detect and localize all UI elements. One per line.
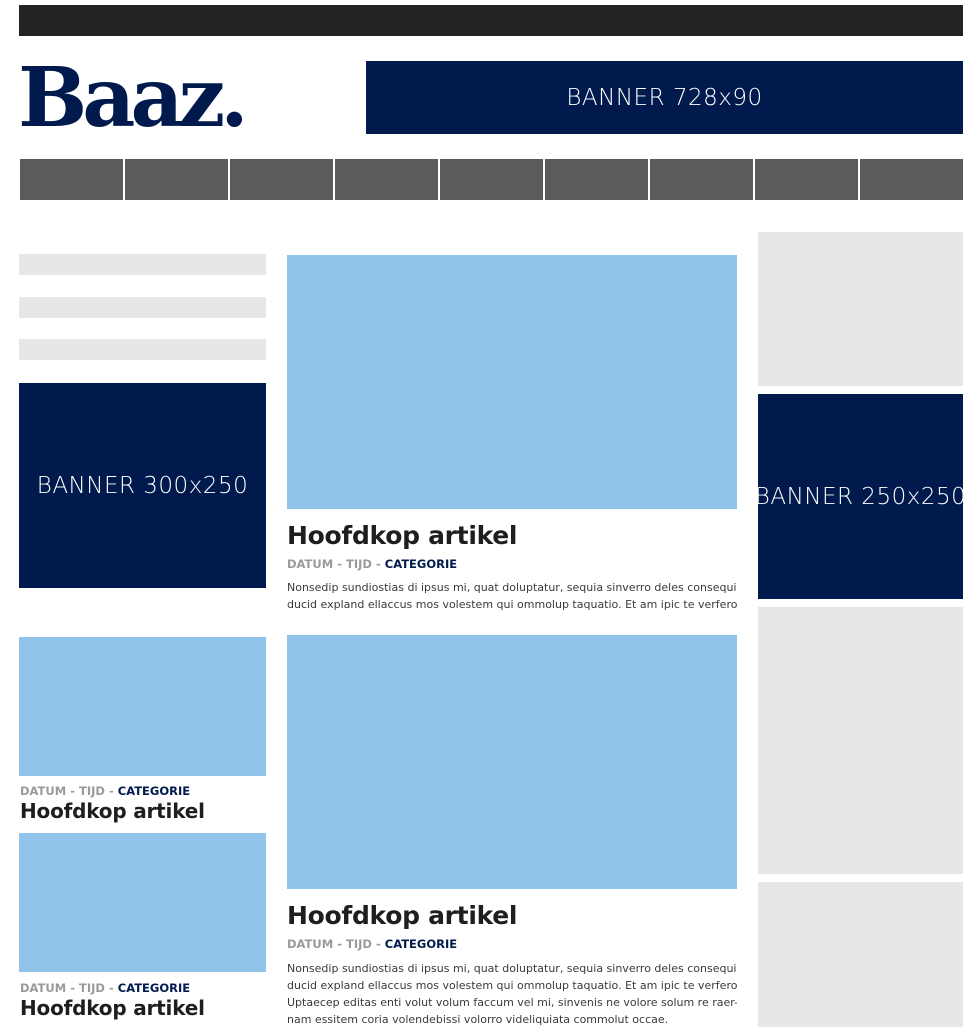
meta-separator: -: [375, 937, 381, 951]
body-line: ducid expland ellaccus mos volestem qui …: [287, 979, 737, 992]
sidebar-link-2[interactable]: [19, 297, 266, 318]
meta-tijd: TIJD: [346, 557, 372, 571]
meta-tijd: TIJD: [79, 981, 105, 995]
meta-tijd: TIJD: [346, 937, 372, 951]
sidebar-article-2-meta: DATUM - TIJD - CATEGORIE: [20, 981, 190, 995]
nav-item-2[interactable]: [125, 159, 228, 200]
sidebar-article-1-headline[interactable]: Hoofdkop artikel: [20, 799, 205, 823]
meta-categorie[interactable]: CATEGORIE: [118, 784, 190, 798]
nav-item-3[interactable]: [230, 159, 333, 200]
nav-item-5[interactable]: [440, 159, 543, 200]
main-navigation: [20, 159, 963, 200]
sidebar-link-3[interactable]: [19, 339, 266, 360]
main-article-1-headline[interactable]: Hoofdkop artikel: [287, 521, 517, 551]
body-line: nam essitem coria volendebissi volorro v…: [287, 1013, 669, 1026]
body-line: Nonsedip sundiostias di ipsus mi, quat d…: [287, 962, 737, 975]
meta-datum: DATUM: [287, 937, 334, 951]
meta-datum: DATUM: [287, 557, 334, 571]
main-article-2-body: Nonsedip sundiostias di ipsus mi, quat d…: [287, 960, 737, 1028]
meta-datum: DATUM: [20, 981, 67, 995]
meta-categorie[interactable]: CATEGORIE: [385, 557, 457, 571]
meta-separator: -: [70, 981, 75, 995]
sidebar-article-2-headline[interactable]: Hoofdkop artikel: [20, 996, 205, 1020]
nav-item-6[interactable]: [545, 159, 648, 200]
meta-separator: -: [337, 557, 342, 571]
banner-250x250-label: BANNER 250x250: [754, 483, 967, 510]
meta-tijd: TIJD: [79, 784, 105, 798]
nav-item-8[interactable]: [755, 159, 858, 200]
meta-separator: -: [70, 784, 75, 798]
right-sidebar-block-1[interactable]: [758, 232, 963, 386]
nav-item-1[interactable]: [20, 159, 123, 200]
main-article-1-meta: DATUM - TIJD - CATEGORIE: [287, 557, 457, 571]
banner-728x90-label: BANNER 728x90: [566, 84, 763, 111]
banner-728x90[interactable]: BANNER 728x90: [366, 61, 963, 134]
main-article-2-meta: DATUM - TIJD - CATEGORIE: [287, 937, 457, 951]
sidebar-article-2-image[interactable]: [19, 833, 266, 972]
banner-300x250[interactable]: BANNER 300x250: [19, 383, 266, 588]
sidebar-link-1[interactable]: [19, 254, 266, 275]
banner-250x250[interactable]: BANNER 250x250: [754, 394, 967, 599]
meta-separator: -: [337, 937, 342, 951]
meta-separator: -: [108, 784, 114, 798]
meta-separator: -: [108, 981, 114, 995]
nav-item-4[interactable]: [335, 159, 438, 200]
right-sidebar-block-3[interactable]: [758, 882, 963, 1027]
meta-categorie[interactable]: CATEGORIE: [118, 981, 190, 995]
site-logo[interactable]: Baaz.: [18, 52, 258, 144]
nav-item-7[interactable]: [650, 159, 753, 200]
nav-item-9[interactable]: [860, 159, 963, 200]
top-bar: [19, 5, 963, 36]
right-sidebar-block-2[interactable]: [758, 607, 963, 874]
banner-300x250-label: BANNER 300x250: [36, 472, 249, 499]
meta-categorie[interactable]: CATEGORIE: [385, 937, 457, 951]
main-article-1-body: Nonsedip sundiostias di ipsus mi, quat d…: [287, 579, 737, 613]
sidebar-article-1-meta: DATUM - TIJD - CATEGORIE: [20, 784, 190, 798]
meta-datum: DATUM: [20, 784, 67, 798]
body-line: Nonsedip sundiostias di ipsus mi, quat d…: [287, 581, 737, 594]
sidebar-article-1-image[interactable]: [19, 637, 266, 776]
body-line: Uptaecep editas enti volut volum faccum …: [287, 996, 737, 1009]
main-article-1-image[interactable]: [287, 255, 737, 509]
main-article-2-headline[interactable]: Hoofdkop artikel: [287, 901, 517, 931]
body-line: ducid expland ellaccus mos volestem qui …: [287, 598, 737, 611]
meta-separator: -: [375, 557, 381, 571]
main-article-2-image[interactable]: [287, 635, 737, 889]
